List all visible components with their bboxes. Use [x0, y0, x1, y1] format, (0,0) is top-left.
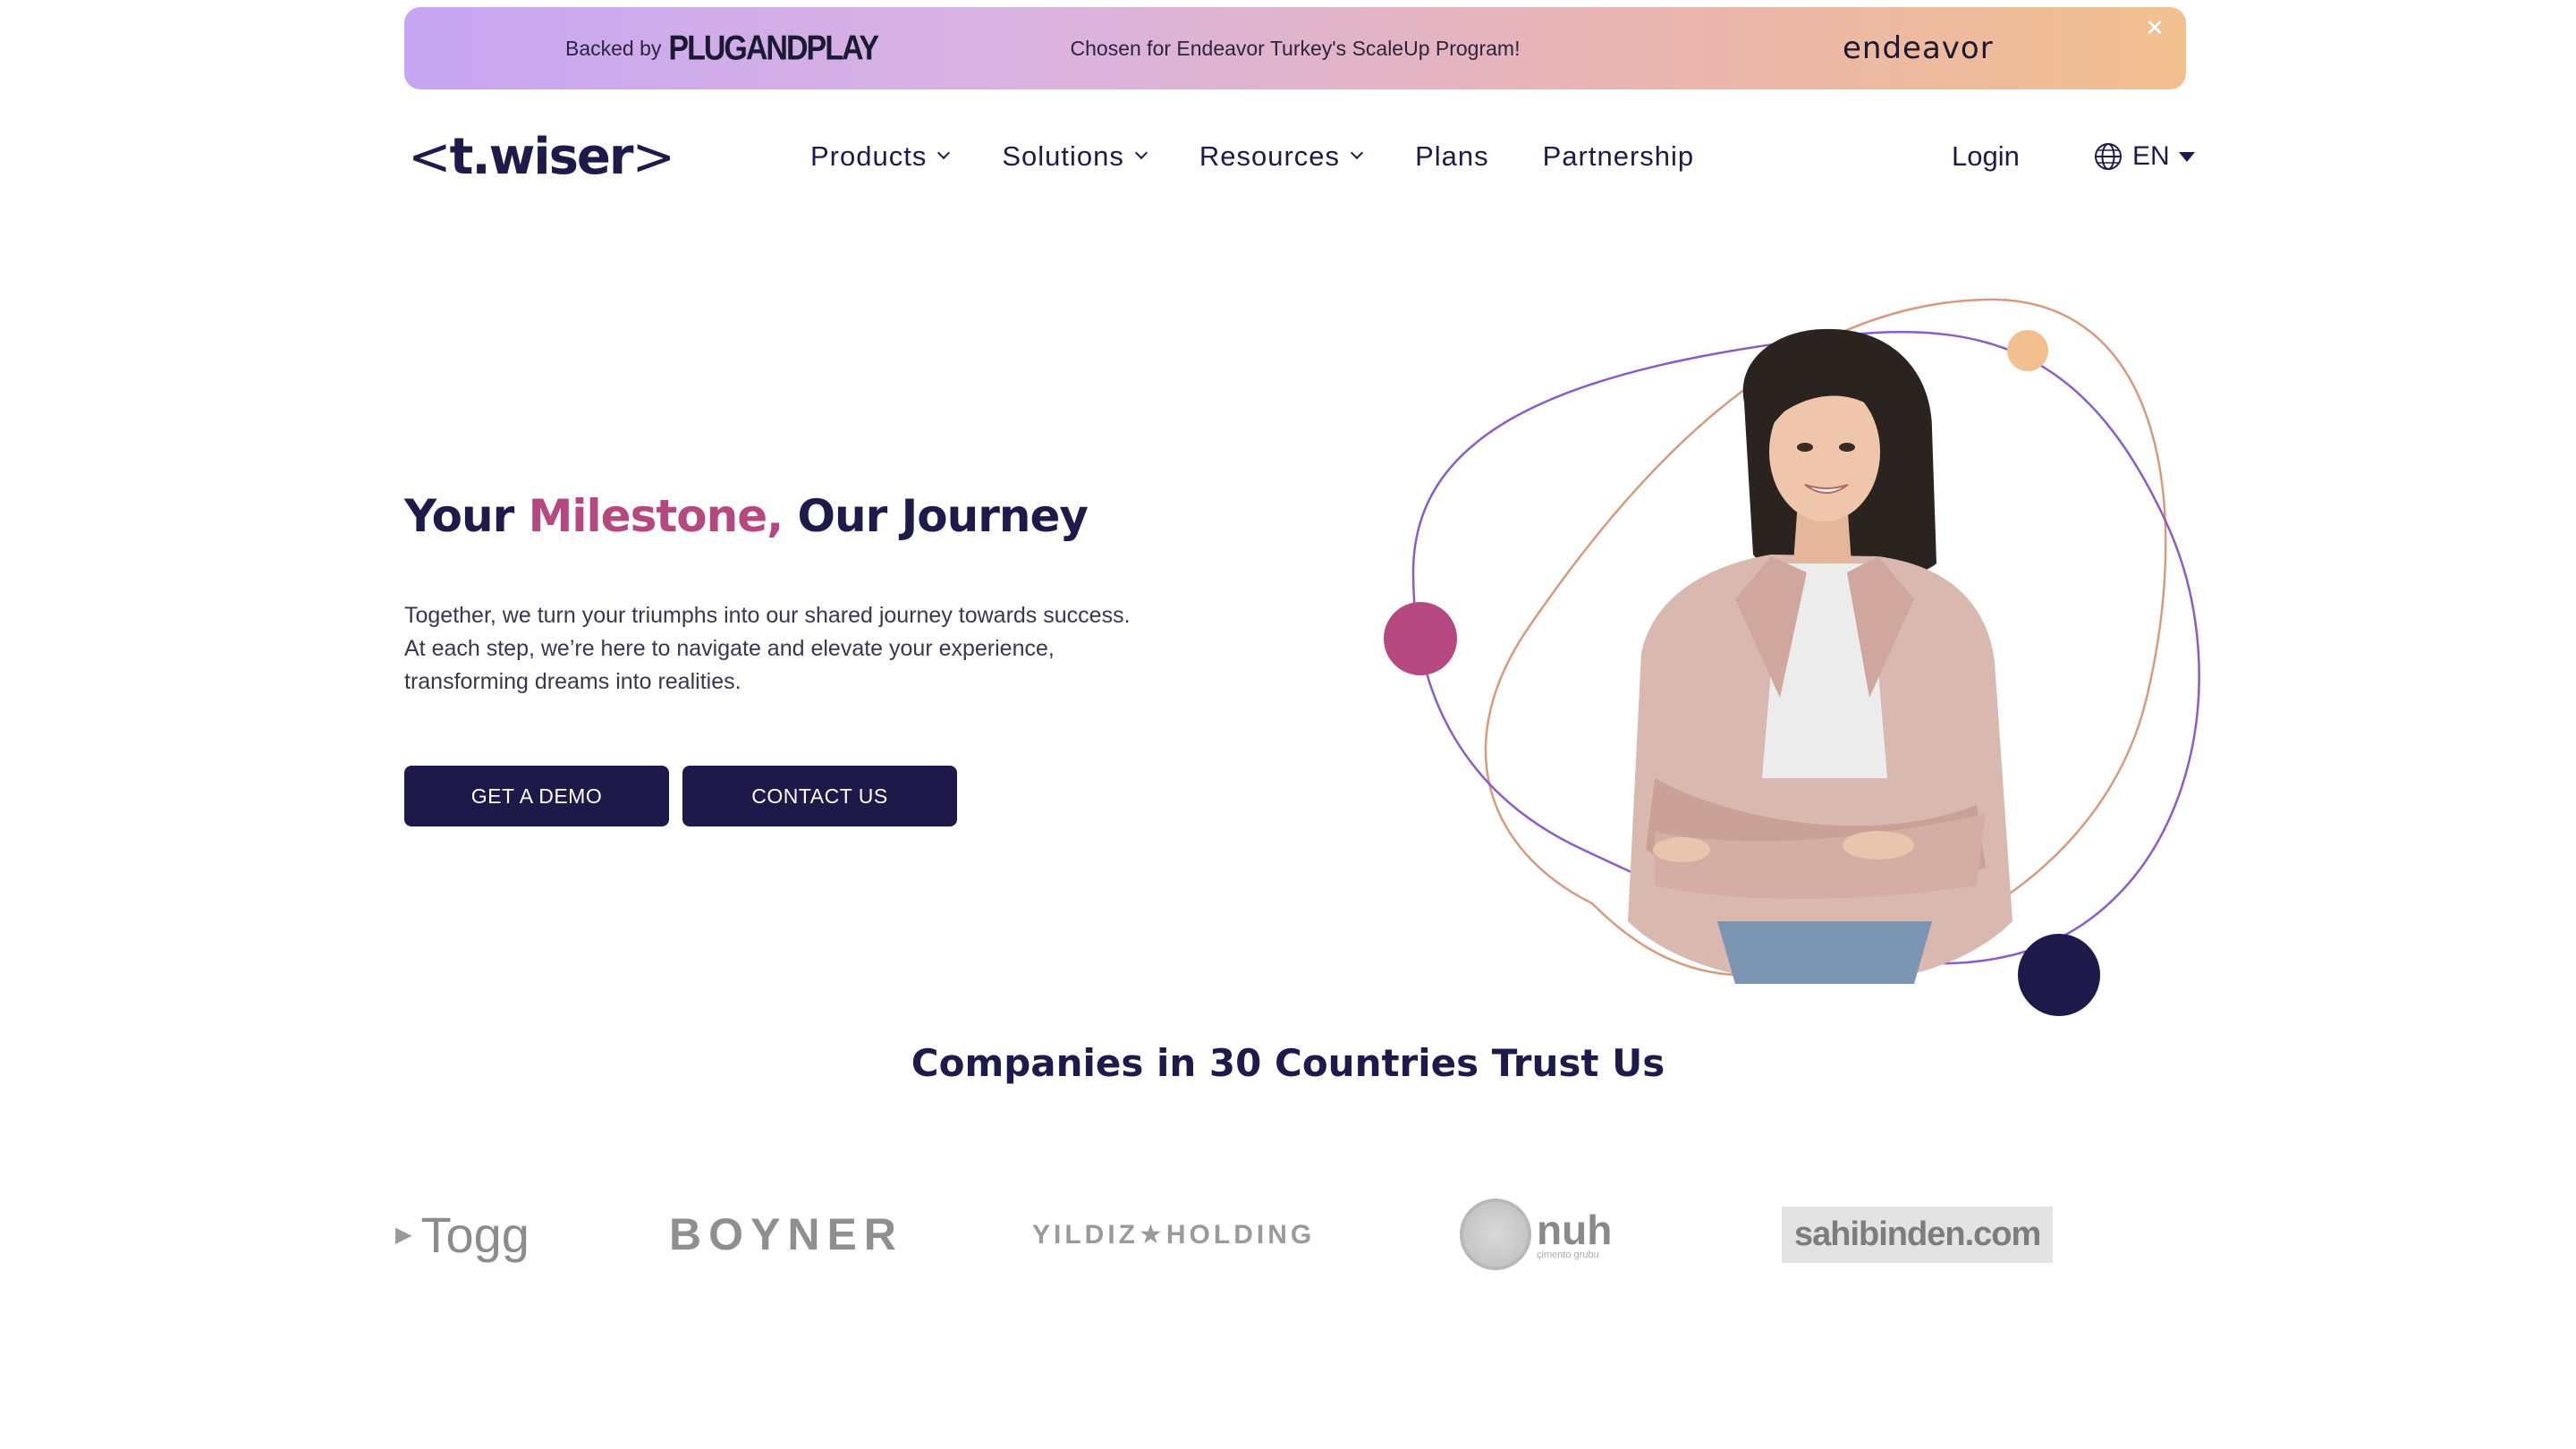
boyner-logo: BOYNER [669, 1209, 903, 1259]
chevron-down-icon [1134, 146, 1148, 160]
plugandplay-logo: PLUGANDPLAY [668, 28, 879, 68]
hero-description-line: At each step, we’re here to navigate and… [404, 636, 1055, 661]
language-code: EN [2132, 141, 2170, 171]
hero-title-part2: Our Journey [783, 490, 1089, 542]
chevron-down-icon [1350, 146, 1364, 160]
nav-item-products[interactable]: Products [810, 140, 951, 173]
language-selector[interactable]: EN [2093, 134, 2195, 179]
hero-illustration [1384, 298, 2200, 1016]
nuh-tagline: çimento grubu [1537, 1249, 1599, 1260]
close-icon[interactable]: ✕ [2143, 16, 2166, 39]
announcement-banner: Backed by PLUGANDPLAY Chosen for Endeavo… [404, 7, 2186, 89]
hero-title-accent: Milestone, [528, 490, 784, 542]
nav-item-label: Plans [1415, 140, 1489, 172]
hero-description-line: Together, we turn your triumphs into our… [404, 603, 1131, 628]
hero-title-part1: Your [404, 490, 529, 542]
logo-bracket-right: > [631, 126, 676, 187]
get-demo-button[interactable]: GET A DEMO [404, 766, 669, 826]
nav-item-label: Solutions [1002, 140, 1124, 172]
logo-text: t.wiser [449, 127, 634, 186]
contact-us-button[interactable]: CONTACT US [682, 766, 957, 826]
nav-item-resources[interactable]: Resources [1199, 140, 1364, 173]
main-nav: Products Solutions Resources Plans Partn… [810, 134, 1748, 179]
hero-description: Together, we turn your triumphs into our… [404, 599, 1263, 699]
nuh-seal-icon [1460, 1199, 1531, 1270]
play-icon: ▶ [395, 1222, 412, 1247]
chevron-down-icon [937, 146, 951, 160]
backed-by: Backed by PLUGANDPLAY [565, 7, 879, 89]
nav-item-solutions[interactable]: Solutions [1002, 140, 1148, 173]
person-photo [1628, 328, 2012, 984]
hero-description-line: transforming dreams into realities. [404, 669, 741, 694]
nav-item-partnership[interactable]: Partnership [1543, 140, 1695, 173]
twiser-logo[interactable]: < t.wiser > [408, 125, 676, 188]
hero-title: Your Milestone, Our Journey [404, 490, 1089, 542]
nav-item-label: Products [810, 140, 928, 172]
trust-heading: Companies in 30 Countries Trust Us [911, 1041, 1665, 1085]
togg-logo: ▶ Togg [395, 1181, 530, 1288]
backed-by-label: Backed by [565, 36, 662, 60]
yildiz-holding-logo: YILDIZ★HOLDING [1032, 1219, 1316, 1250]
decor-dot-magenta [1384, 602, 1457, 675]
decor-dot-navy [2018, 934, 2100, 1016]
globe-icon [2095, 143, 2122, 170]
client-logos: ▶ Togg BOYNER YILDIZ★HOLDING nuh çimento… [0, 1181, 2576, 1288]
nuh-logo-text: nuh [1537, 1206, 1613, 1253]
sahibinden-logo: sahibinden.com [1782, 1181, 2054, 1288]
endeavor-logo: endeavor [1843, 30, 1994, 66]
togg-logo-text: Togg [420, 1206, 530, 1263]
decor-dot-peach [2007, 330, 2048, 371]
nav-item-label: Partnership [1542, 140, 1695, 172]
sahibinden-logo-text: sahibinden.com [1782, 1206, 2054, 1263]
login-link[interactable]: Login [1952, 134, 2020, 179]
nuh-logo: nuh çimento grubu [1460, 1181, 1612, 1288]
logo-bracket-left: < [408, 126, 452, 187]
nav-item-label: Resources [1199, 140, 1341, 172]
nav-item-plans[interactable]: Plans [1415, 140, 1489, 173]
caret-down-icon [2178, 151, 2195, 162]
